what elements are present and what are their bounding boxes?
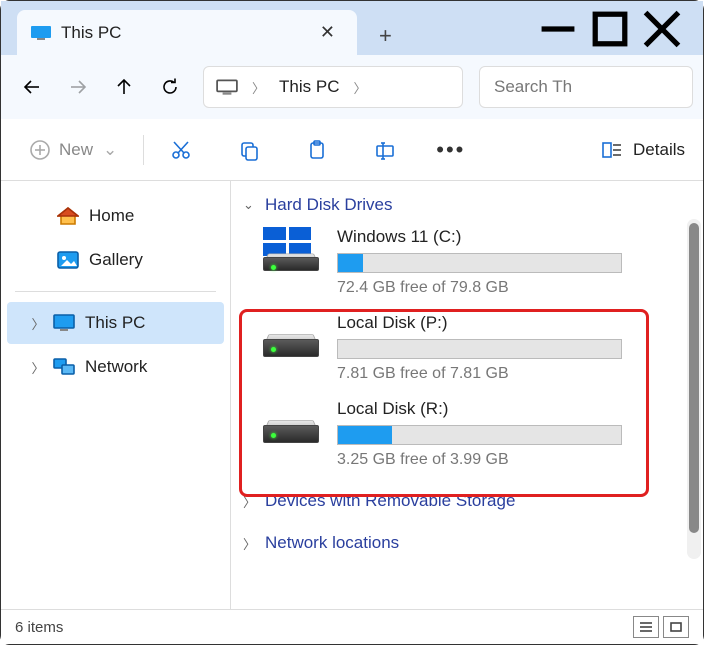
close-tab-icon[interactable]: ✕ [312, 18, 343, 47]
sidebar-label: Network [85, 357, 147, 377]
chevron-right-icon[interactable]: 〉 [252, 78, 265, 97]
drive-name: Local Disk (R:) [337, 399, 661, 419]
plus-circle-icon [29, 139, 51, 161]
chevron-down-icon: ⌄ [103, 140, 117, 160]
drive-usage-bar [337, 425, 622, 445]
status-item-count: 6 items [15, 619, 63, 636]
toolbar-separator [143, 135, 144, 165]
toolbar: New ⌄ ••• Details [1, 119, 703, 181]
window-controls [535, 1, 703, 45]
tab-this-pc[interactable]: This PC ✕ [17, 10, 357, 55]
new-button[interactable]: New ⌄ [19, 133, 127, 167]
drive-info: Local Disk (P:) 7.81 GB free of 7.81 GB [337, 313, 691, 383]
drive-free-text: 72.4 GB free of 79.8 GB [337, 279, 661, 297]
drive-name: Windows 11 (C:) [337, 227, 661, 247]
cut-button[interactable] [160, 133, 202, 167]
scissors-icon [170, 139, 192, 161]
up-button[interactable] [103, 66, 145, 108]
search-input[interactable]: Search Th [479, 66, 693, 108]
home-icon [57, 207, 79, 225]
thumbnails-view-button[interactable] [663, 616, 689, 638]
status-bar: 6 items [1, 609, 703, 644]
more-button[interactable]: ••• [424, 131, 477, 169]
monitor-icon [31, 26, 51, 40]
monitor-icon [216, 79, 238, 95]
titlebar: This PC ✕ + [1, 1, 703, 55]
body: Home Gallery 〉 This PC 〉 Network ⌄ Hard … [1, 181, 703, 641]
navigation-pane: Home Gallery 〉 This PC 〉 Network [1, 181, 231, 641]
drive-icon [263, 227, 319, 271]
sidebar-label: Gallery [89, 250, 143, 270]
windows-logo-icon [263, 227, 311, 256]
new-tab-button[interactable]: + [379, 23, 392, 49]
drive-info: Windows 11 (C:) 72.4 GB free of 79.8 GB [337, 227, 691, 297]
minimize-button[interactable] [535, 13, 581, 45]
group-network-locations[interactable]: 〉 Network locations [237, 529, 697, 557]
drive-info: Local Disk (R:) 3.25 GB free of 3.99 GB [337, 399, 691, 469]
vertical-scrollbar[interactable] [687, 219, 701, 559]
copy-icon [238, 139, 260, 161]
drive-icon [263, 399, 319, 443]
drive-name: Local Disk (P:) [337, 313, 661, 333]
drive-usage-bar [337, 339, 622, 359]
tab-title: This PC [61, 23, 312, 43]
chevron-right-icon: 〉 [243, 492, 257, 511]
chevron-right-icon: 〉 [243, 534, 257, 553]
chevron-right-icon[interactable]: 〉 [353, 78, 366, 97]
maximize-button[interactable] [587, 13, 633, 45]
sidebar-item-gallery[interactable]: Gallery [7, 239, 224, 281]
sidebar-item-this-pc[interactable]: 〉 This PC [7, 302, 224, 344]
new-button-label: New [59, 140, 93, 160]
view-switcher [633, 616, 689, 638]
chevron-right-icon[interactable]: 〉 [29, 314, 47, 333]
chevron-down-icon: ⌄ [243, 197, 257, 213]
forward-button[interactable] [57, 66, 99, 108]
sidebar-item-network[interactable]: 〉 Network [7, 346, 224, 388]
rename-icon [374, 139, 396, 161]
refresh-button[interactable] [149, 66, 191, 108]
copy-button[interactable] [228, 133, 270, 167]
drive-usage-bar [337, 253, 622, 273]
network-icon [53, 358, 75, 376]
navigation-bar: 〉 This PC 〉 Search Th [1, 55, 703, 119]
group-removable-storage[interactable]: 〉 Devices with Removable Storage [237, 487, 697, 515]
drive-free-text: 7.81 GB free of 7.81 GB [337, 365, 661, 383]
clipboard-icon [306, 139, 328, 161]
drive-item[interactable]: Local Disk (P:) 7.81 GB free of 7.81 GB [237, 305, 697, 391]
sidebar-label: This PC [85, 313, 145, 333]
scrollbar-thumb[interactable] [689, 223, 699, 533]
address-bar[interactable]: 〉 This PC 〉 [203, 66, 463, 108]
details-view-button[interactable] [633, 616, 659, 638]
breadcrumb-location[interactable]: This PC [279, 77, 339, 97]
paste-button[interactable] [296, 133, 338, 167]
chevron-right-icon[interactable]: 〉 [29, 358, 47, 377]
group-label: Hard Disk Drives [265, 195, 393, 215]
content-pane: ⌄ Hard Disk Drives Windows 11 (C:) 72.4 … [231, 181, 703, 641]
group-label: Network locations [265, 533, 399, 553]
sidebar-divider [15, 291, 216, 292]
back-button[interactable] [11, 66, 53, 108]
details-label: Details [633, 140, 685, 160]
group-label: Devices with Removable Storage [265, 491, 515, 511]
monitor-icon [53, 314, 75, 332]
close-window-button[interactable] [639, 13, 685, 45]
view-details-button[interactable]: Details [601, 140, 685, 160]
drive-free-text: 3.25 GB free of 3.99 GB [337, 451, 661, 469]
search-placeholder: Search Th [494, 77, 572, 97]
group-hard-disk-drives[interactable]: ⌄ Hard Disk Drives [237, 191, 697, 219]
drive-item[interactable]: Windows 11 (C:) 72.4 GB free of 79.8 GB [237, 219, 697, 305]
drive-icon [263, 313, 319, 357]
details-view-icon [601, 140, 623, 160]
drive-item[interactable]: Local Disk (R:) 3.25 GB free of 3.99 GB [237, 391, 697, 477]
sidebar-item-home[interactable]: Home [7, 195, 224, 237]
sidebar-label: Home [89, 206, 134, 226]
rename-button[interactable] [364, 133, 406, 167]
gallery-icon [57, 251, 79, 269]
